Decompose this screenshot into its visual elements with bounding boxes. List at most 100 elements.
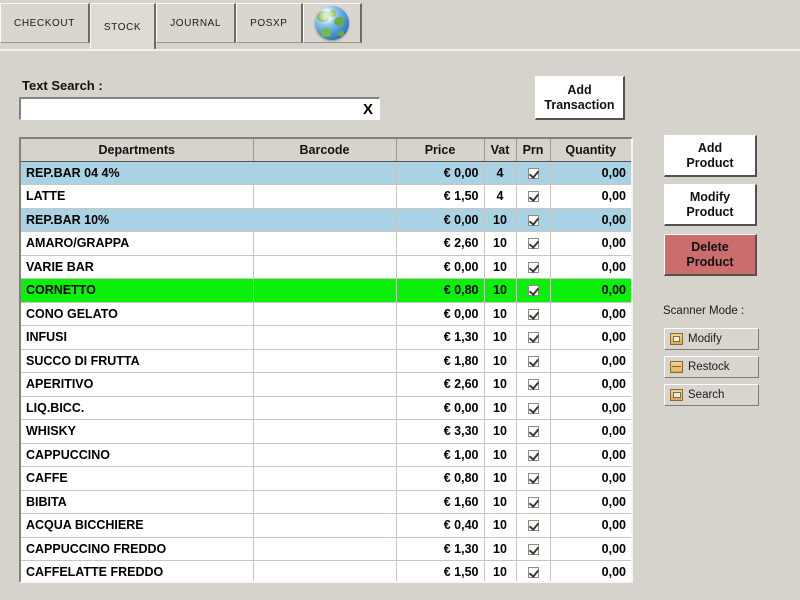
modify-product-label-line2: Product <box>686 204 734 219</box>
cell-print-flag[interactable] <box>516 443 551 467</box>
column-header-prn[interactable]: Prn <box>516 139 551 162</box>
checkbox-checked-icon[interactable] <box>527 520 539 532</box>
search-input[interactable] <box>21 99 357 119</box>
cell-print-flag[interactable] <box>516 396 551 420</box>
table-row[interactable]: VARIE BAR € 0,00 10 0,00 <box>21 255 631 279</box>
add-transaction-label-line2: Transaction <box>544 97 615 112</box>
cell-barcode <box>253 278 397 303</box>
tab-stock[interactable]: STOCK <box>89 3 157 50</box>
tab-posxp[interactable]: POSXP <box>236 3 303 43</box>
checkbox-checked-icon[interactable] <box>527 285 539 297</box>
cell-print-flag[interactable] <box>516 537 551 561</box>
checkbox-checked-icon[interactable] <box>527 402 539 414</box>
table-body: REP.BAR 04 4% € 0,00 4 0,00 LATTE € 1,50 4 0,00… <box>21 161 631 581</box>
table-row[interactable]: CAPPUCCINO € 1,00 10 0,00 <box>21 443 631 467</box>
cell-quantity: 0,00 <box>550 161 631 185</box>
checkbox-checked-icon[interactable] <box>527 167 539 179</box>
column-header-price[interactable]: Price <box>396 139 485 162</box>
add-product-button[interactable]: Add Product <box>664 135 757 177</box>
table-row[interactable]: ACQUA BICCHIERE € 0,40 10 0,00 <box>21 513 631 538</box>
table-row[interactable]: CAPPUCCINO FREDDO € 1,30 10 0,00 <box>21 537 631 561</box>
tab-checkout[interactable]: CHECKOUT <box>0 3 90 43</box>
cell-department: REP.BAR 04 4% <box>21 161 254 185</box>
delete-product-button[interactable]: Delete Product <box>664 234 757 276</box>
scanner-mode-label-text: Restock <box>688 361 730 373</box>
table-row[interactable]: CONO GELATO € 0,00 10 0,00 <box>21 302 631 326</box>
table-row[interactable]: APERITIVO € 2,60 10 0,00 <box>21 372 631 397</box>
cell-department: CAFFELATTE FREDDO <box>21 560 254 581</box>
table-row[interactable]: SUCCO DI FRUTTA € 1,80 10 0,00 <box>21 349 631 373</box>
table-header-row: Departments Barcode Price Vat Prn Quantity <box>21 139 631 162</box>
cell-print-flag[interactable] <box>516 513 551 538</box>
scanner-mode-label-text: Modify <box>688 333 722 345</box>
cell-quantity: 0,00 <box>550 513 631 538</box>
tab-globe[interactable] <box>302 3 362 43</box>
table-row[interactable]: WHISKY € 3,30 10 0,00 <box>21 419 631 444</box>
cell-quantity: 0,00 <box>550 184 631 209</box>
column-header-vat[interactable]: Vat <box>484 139 517 162</box>
search-field-wrap[interactable]: X <box>19 97 380 120</box>
column-header-quantity[interactable]: Quantity <box>550 139 631 162</box>
cell-department: SUCCO DI FRUTTA <box>21 349 254 373</box>
cell-print-flag[interactable] <box>516 231 551 256</box>
delete-product-label-line1: Delete <box>691 239 729 254</box>
cell-print-flag[interactable] <box>516 490 551 514</box>
cell-vat: 10 <box>484 372 517 397</box>
scanner-mode-search-button[interactable]: Search <box>664 384 759 406</box>
cell-price: € 0,00 <box>396 161 485 185</box>
table-row[interactable]: LIQ.BICC. € 0,00 10 0,00 <box>21 396 631 420</box>
cell-print-flag[interactable] <box>516 349 551 373</box>
cell-barcode <box>253 466 397 491</box>
cell-department: BIBITA <box>21 490 254 514</box>
table-row[interactable]: CAFFELATTE FREDDO € 1,50 10 0,00 <box>21 560 631 581</box>
checkbox-checked-icon[interactable] <box>527 426 539 438</box>
modify-product-button[interactable]: Modify Product <box>664 184 757 226</box>
column-header-departments[interactable]: Departments <box>21 139 254 162</box>
checkbox-checked-icon[interactable] <box>527 449 539 461</box>
checkbox-checked-icon[interactable] <box>527 261 539 273</box>
cell-price: € 0,00 <box>396 302 485 326</box>
table-row[interactable]: REP.BAR 04 4% € 0,00 4 0,00 <box>21 161 631 185</box>
cell-price: € 1,00 <box>396 443 485 467</box>
add-transaction-button[interactable]: Add Transaction <box>535 76 625 120</box>
checkbox-checked-icon[interactable] <box>527 543 539 555</box>
cell-print-flag[interactable] <box>516 255 551 279</box>
cell-print-flag[interactable] <box>516 278 551 303</box>
table-row[interactable]: INFUSI € 1,30 10 0,00 <box>21 325 631 350</box>
cell-quantity: 0,00 <box>550 302 631 326</box>
checkbox-checked-icon[interactable] <box>527 332 539 344</box>
cell-barcode <box>253 208 397 232</box>
cell-print-flag[interactable] <box>516 560 551 581</box>
checkbox-checked-icon[interactable] <box>527 238 539 250</box>
search-label: Text Search : <box>22 78 103 93</box>
table-row[interactable]: LATTE € 1,50 4 0,00 <box>21 184 631 209</box>
table-row[interactable]: CORNETTO € 0,80 10 0,00 <box>21 278 631 303</box>
cell-print-flag[interactable] <box>516 161 551 185</box>
checkbox-checked-icon[interactable] <box>527 308 539 320</box>
checkbox-checked-icon[interactable] <box>527 567 539 579</box>
checkbox-checked-icon[interactable] <box>527 379 539 391</box>
checkbox-checked-icon[interactable] <box>527 191 539 203</box>
clear-search-icon[interactable]: X <box>357 99 379 119</box>
checkbox-checked-icon[interactable] <box>527 473 539 485</box>
cell-print-flag[interactable] <box>516 184 551 209</box>
checkbox-checked-icon[interactable] <box>527 355 539 367</box>
cell-vat: 10 <box>484 302 517 326</box>
scanner-mode-restock-button[interactable]: Restock <box>664 356 759 378</box>
checkbox-checked-icon[interactable] <box>527 496 539 508</box>
cell-print-flag[interactable] <box>516 208 551 232</box>
cell-print-flag[interactable] <box>516 302 551 326</box>
table-row[interactable]: REP.BAR 10% € 0,00 10 0,00 <box>21 208 631 232</box>
cell-print-flag[interactable] <box>516 419 551 444</box>
table-row[interactable]: CAFFE € 0,80 10 0,00 <box>21 466 631 491</box>
cell-print-flag[interactable] <box>516 372 551 397</box>
scanner-mode-modify-button[interactable]: Modify <box>664 328 759 350</box>
cell-print-flag[interactable] <box>516 325 551 350</box>
column-header-barcode[interactable]: Barcode <box>253 139 397 162</box>
cell-print-flag[interactable] <box>516 466 551 491</box>
tab-journal[interactable]: JOURNAL <box>156 3 237 43</box>
checkbox-checked-icon[interactable] <box>527 214 539 226</box>
tab-bar-divider <box>0 49 800 51</box>
table-row[interactable]: BIBITA € 1,60 10 0,00 <box>21 490 631 514</box>
table-row[interactable]: AMARO/GRAPPA € 2,60 10 0,00 <box>21 231 631 256</box>
